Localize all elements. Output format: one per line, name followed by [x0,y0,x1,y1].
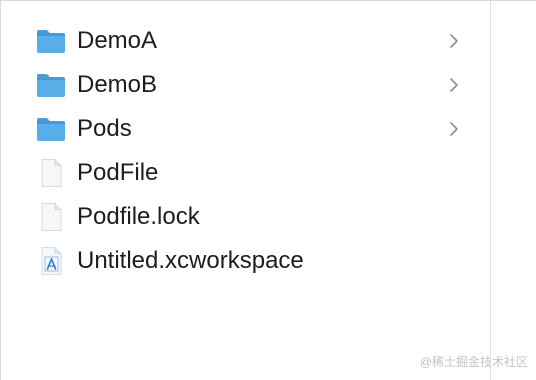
document-icon [41,203,62,231]
file-name: Pods [77,115,132,142]
folder-icon [37,30,65,53]
xcode-workspace-icon [41,247,62,275]
file-row-pods[interactable]: Pods [1,107,490,151]
watermark-text: @稀土掘金技术社区 [419,355,528,369]
folder-icon [37,74,65,97]
file-name: DemoB [77,71,158,98]
file-row-untitled-xcworkspace[interactable]: Untitled.xcworkspace [1,239,490,283]
file-row-demoa[interactable]: DemoA [1,19,490,63]
file-name: Untitled.xcworkspace [77,247,304,274]
next-column-empty [491,1,536,380]
document-icon [41,159,62,187]
file-row-podfile[interactable]: PodFile [1,151,490,195]
file-name: PodFile [77,159,159,186]
chevron-right-icon[interactable] [447,32,461,50]
file-name: DemoA [77,27,158,54]
file-name: Podfile.lock [77,203,200,230]
file-column[interactable]: DemoA DemoB Pods PodFile Podfile.lock Un… [1,1,490,380]
file-row-demob[interactable]: DemoB [1,63,490,107]
finder-window: DemoA DemoB Pods PodFile Podfile.lock Un… [0,0,536,380]
folder-icon [37,118,65,141]
file-row-podfile-lock[interactable]: Podfile.lock [1,195,490,239]
chevron-right-icon[interactable] [447,76,461,94]
chevron-right-icon[interactable] [447,120,461,138]
